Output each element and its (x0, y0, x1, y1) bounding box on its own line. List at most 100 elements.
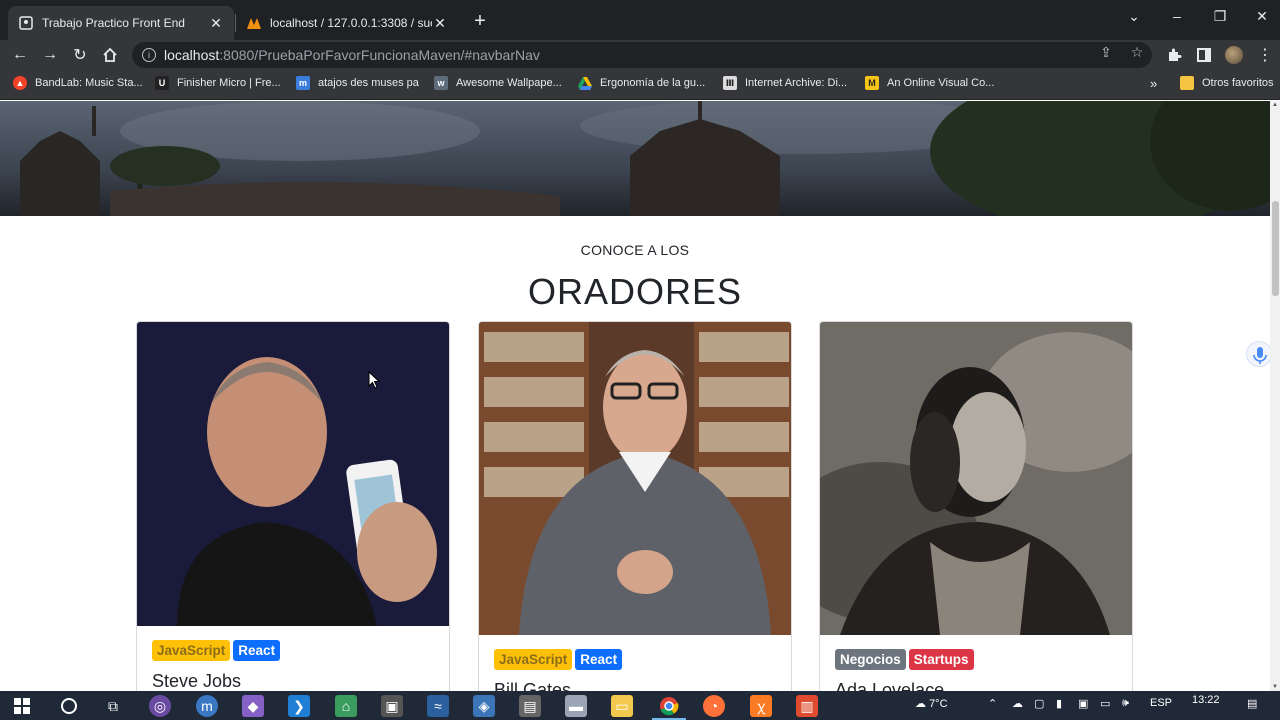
xampp-icon[interactable]: ꭓ (750, 695, 772, 717)
reload-icon[interactable]: ↻ (69, 44, 91, 66)
visual-studio-icon[interactable]: ◆ (242, 695, 264, 717)
speaker-tags: JavaScript React (152, 640, 283, 661)
speaker-card-body: JavaScript React Bill Gates (494, 649, 625, 691)
chrome-icon[interactable] (658, 695, 680, 717)
firefox-icon[interactable]: ◔ (703, 695, 725, 717)
m-logo-icon: M (865, 76, 879, 90)
weather-widget[interactable]: ☁ 7°C (915, 697, 948, 710)
tab-title: Trabajo Practico Front End (42, 16, 185, 30)
bookmark-item[interactable]: Ergonomía de la gu... (578, 76, 705, 90)
bookmarks-bar: ▲ BandLab: Music Sta... U Finisher Micro… (0, 70, 1280, 100)
site-info-icon[interactable]: i (142, 48, 156, 62)
tag-badge: JavaScript (152, 640, 231, 661)
app-icon[interactable]: m (196, 695, 218, 717)
tray-app-icon[interactable]: ▢ (1034, 697, 1044, 710)
side-panel-icon[interactable] (1193, 44, 1215, 66)
clock-time[interactable]: 13:22 (1192, 694, 1220, 706)
profile-avatar[interactable] (1223, 44, 1245, 66)
speaker-card-body: JavaScript React Steve Jobs (152, 640, 283, 691)
network-icon[interactable]: ▭ (1100, 697, 1110, 710)
windows-taskbar: ⧉ ◎ m ◆ ❯ ⌂ ▣ ≈ ◈ ▤ ▬ ▭ ◔ ꭓ ▥ ☁ 7°C ⌃ ☁ … (0, 691, 1280, 720)
scrollbar-thumb[interactable] (1272, 201, 1279, 296)
tab-title: localhost / 127.0.0.1:3308 / sucur (270, 16, 432, 30)
tag-badge: React (575, 649, 623, 670)
app-icon[interactable]: ⌂ (335, 695, 357, 717)
speaker-card: JavaScript React Bill Gates (478, 321, 792, 691)
search-icon[interactable] (58, 695, 80, 717)
app-icon[interactable]: ▣ (381, 695, 403, 717)
mouse-cursor-icon (368, 371, 380, 389)
voice-input-mic-icon[interactable] (1246, 341, 1272, 367)
bookmark-item[interactable]: Ⅲ Internet Archive: Di... (723, 76, 847, 90)
scroll-up-icon[interactable]: ▲ (1270, 102, 1280, 108)
address-bar[interactable]: i localhost:8080/PruebaPorFavorFuncionaM… (132, 42, 1152, 68)
menu-kebab-icon[interactable]: ⋮ (1254, 44, 1276, 66)
speaker-name: Bill Gates (494, 680, 572, 691)
app-icon[interactable]: ▬ (565, 695, 587, 717)
back-icon[interactable]: ← (9, 44, 31, 66)
other-bookmarks-label: Otros favoritos (1202, 77, 1274, 89)
tag-badge: React (233, 640, 281, 661)
bookmark-item[interactable]: m atajos des muses pa (296, 76, 419, 90)
maximize-icon[interactable]: ❐ (1210, 8, 1230, 25)
url-host: localhost (164, 47, 220, 63)
tab-close-icon[interactable]: ✕ (432, 15, 448, 32)
eclipse-app-icon[interactable]: ◎ (149, 695, 171, 717)
other-bookmarks-folder[interactable]: Otros favoritos (1180, 76, 1274, 90)
scroll-down-icon[interactable]: ▼ (1270, 684, 1280, 690)
weather-temperature: 7°C (929, 698, 948, 710)
hero-banner-image (0, 101, 1270, 216)
windows-start-icon[interactable] (11, 695, 33, 717)
tray-app-icon[interactable]: ▮ (1056, 697, 1062, 710)
folder-icon (1180, 76, 1194, 90)
speaker-name: Steve Jobs (152, 671, 242, 691)
forward-icon[interactable]: → (39, 44, 61, 66)
bandlab-icon: ▲ (13, 76, 27, 90)
bookmarks-overflow-icon[interactable]: » (1150, 76, 1157, 91)
speaker-photo (820, 322, 1132, 635)
volume-icon[interactable]: 🕪 (1122, 697, 1129, 710)
app-icon[interactable]: ▤ (519, 695, 541, 717)
archive-icon: Ⅲ (723, 76, 737, 90)
bookmark-item[interactable]: w Awesome Wallpape... (434, 76, 562, 90)
page-favicon-icon (18, 15, 34, 31)
speaker-photo (137, 322, 449, 626)
tray-chevron-icon[interactable]: ⌃ (988, 697, 997, 710)
phpmyadmin-icon (246, 15, 262, 31)
tab-close-icon[interactable]: ✕ (208, 15, 224, 32)
speaker-card: Negocios Startups Ada Lovelace (819, 321, 1133, 691)
close-window-icon[interactable]: ✕ (1252, 8, 1272, 25)
tray-app-icon[interactable]: ☁ (1012, 697, 1023, 710)
tab-trabajo-practico[interactable]: Trabajo Practico Front End ✕ (8, 6, 234, 40)
share-icon[interactable]: ⇪ (1096, 44, 1116, 61)
bookmark-item[interactable]: M An Online Visual Co... (865, 76, 994, 90)
task-view-icon[interactable]: ⧉ (102, 695, 124, 717)
extensions-icon[interactable] (1163, 44, 1185, 66)
tray-app-icon[interactable]: ▣ (1078, 697, 1088, 710)
tab-search-chevron-icon[interactable]: ⌄ (1124, 8, 1144, 25)
drive-icon (578, 76, 592, 90)
app-icon[interactable]: ◈ (473, 695, 495, 717)
home-icon[interactable] (99, 44, 121, 66)
page-scrollbar[interactable]: ▲ ▼ (1270, 101, 1280, 691)
page-viewport: CONOCE A LOS ORADORES JavaScript React St… (0, 101, 1280, 691)
cloud-icon: ☁ (915, 698, 926, 710)
doc-icon: m (296, 76, 310, 90)
section-heading: ORADORES (527, 271, 743, 312)
minimize-icon[interactable]: – (1167, 8, 1187, 24)
bookmark-label: Finisher Micro | Fre... (177, 77, 281, 89)
mysql-workbench-icon[interactable]: ≈ (427, 695, 449, 717)
new-tab-icon[interactable]: + (470, 10, 490, 33)
app-icon[interactable]: ▥ (796, 695, 818, 717)
tag-badge: JavaScript (494, 649, 573, 670)
input-language[interactable]: ESP (1150, 697, 1172, 709)
browser-tab-strip: Trabajo Practico Front End ✕ localhost /… (0, 0, 1280, 40)
tag-badge: Negocios (835, 649, 906, 670)
bookmark-star-icon[interactable]: ☆ (1127, 44, 1147, 61)
notifications-icon[interactable]: ▤ (1247, 697, 1257, 710)
bookmark-item[interactable]: U Finisher Micro | Fre... (155, 76, 281, 90)
tab-phpmyadmin[interactable]: localhost / 127.0.0.1:3308 / sucur ✕ (236, 6, 458, 40)
bookmark-item[interactable]: ▲ BandLab: Music Sta... (13, 76, 143, 90)
file-explorer-icon[interactable]: ▭ (611, 695, 633, 717)
vscode-icon[interactable]: ❯ (288, 695, 310, 717)
